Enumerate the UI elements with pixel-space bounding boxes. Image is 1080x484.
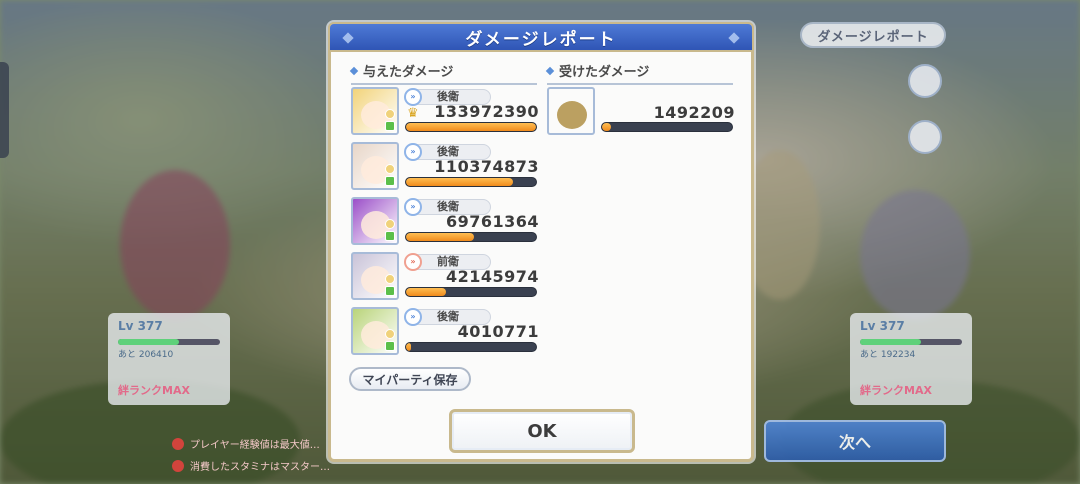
card-exp-bar [118, 339, 220, 345]
card-exp: あと 192234 [860, 350, 916, 360]
character-portrait[interactable] [351, 252, 399, 300]
warning-message: プレイヤー経験値は最大値… [172, 436, 320, 451]
side-tab[interactable] [0, 62, 9, 158]
character-portrait[interactable] [351, 307, 399, 355]
dealt-heading: 与えたダメージ [349, 61, 537, 85]
arrows-icon: » [404, 198, 422, 216]
ok-button[interactable]: OK [449, 409, 635, 453]
element-icon [385, 164, 395, 174]
received-heading: 受けたダメージ [545, 61, 733, 85]
dealt-row: 後衛» 110374873 [351, 142, 539, 190]
dealt-row: 後衛» ♛ 133972390 [351, 87, 539, 135]
save-party-button[interactable]: マイパーティ保存 [349, 367, 471, 391]
dialog-title: ダメージレポート [465, 29, 617, 50]
damage-report-button[interactable]: ダメージレポート [800, 22, 946, 48]
arrows-icon: » [404, 88, 422, 106]
damage-report-dialog: ダメージレポート 与えたダメージ 受けたダメージ 後衛» ♛ 133972390 後衛… [328, 22, 754, 462]
dealt-damage-value: 42145974 [445, 267, 539, 286]
received-damage-value: 1492209 [653, 103, 735, 122]
role-icon [385, 341, 395, 351]
dialog-header: ダメージレポート [328, 22, 754, 52]
role-icon [385, 286, 395, 296]
dealt-damage-bar [405, 342, 537, 352]
card-level: Lv 377 [118, 319, 163, 333]
arrows-icon: » [404, 308, 422, 326]
element-icon [385, 219, 395, 229]
team-icon[interactable] [908, 64, 942, 98]
character-card: Lv 377 あと 192234 絆ランクMAX [850, 313, 972, 405]
role-icon [385, 121, 395, 131]
warning-message: 消費したスタミナはマスター… [172, 458, 330, 473]
bullet-icon [349, 66, 359, 75]
card-rank: 絆ランクMAX [860, 384, 932, 397]
dealt-damage-value: 110374873 [434, 157, 539, 176]
dealt-damage-value: 133972390 [434, 102, 539, 121]
arrows-icon: » [404, 143, 422, 161]
received-damage-bar [601, 122, 733, 132]
element-icon [385, 109, 395, 119]
warning-icon [172, 459, 184, 472]
dealt-row: 後衛» 4010771 [351, 307, 539, 355]
card-level: Lv 377 [860, 319, 905, 333]
element-icon [385, 274, 395, 284]
enemy-portrait[interactable] [547, 87, 595, 135]
decor-diamond-icon [342, 32, 354, 44]
character-portrait[interactable] [351, 87, 399, 135]
card-exp-bar [860, 339, 962, 345]
dealt-damage-bar [405, 177, 537, 187]
character-card: Lv 377 あと 206410 絆ランクMAX [108, 313, 230, 405]
edit-icon[interactable] [908, 120, 942, 154]
warning-icon [172, 437, 184, 450]
role-icon [385, 176, 395, 186]
character-portrait[interactable] [351, 197, 399, 245]
decor-diamond-icon [728, 32, 740, 44]
dealt-row: 前衛» 42145974 [351, 252, 539, 300]
dealt-damage-bar [405, 232, 537, 242]
card-rank: 絆ランクMAX [118, 384, 190, 397]
dealt-damage-value: 4010771 [457, 322, 539, 341]
card-exp: あと 206410 [118, 350, 174, 360]
dealt-damage-bar [405, 122, 537, 132]
received-row: 1492209 [547, 87, 735, 135]
element-icon [385, 329, 395, 339]
dealt-damage-bar [405, 287, 537, 297]
role-icon [385, 231, 395, 241]
character-portrait[interactable] [351, 142, 399, 190]
next-button[interactable]: 次へ [764, 420, 946, 462]
dealt-damage-value: 69761364 [445, 212, 539, 231]
bullet-icon [545, 66, 555, 75]
dealt-row: 後衛» 69761364 [351, 197, 539, 245]
crown-icon: ♛ [407, 106, 419, 121]
arrows-icon: » [404, 253, 422, 271]
